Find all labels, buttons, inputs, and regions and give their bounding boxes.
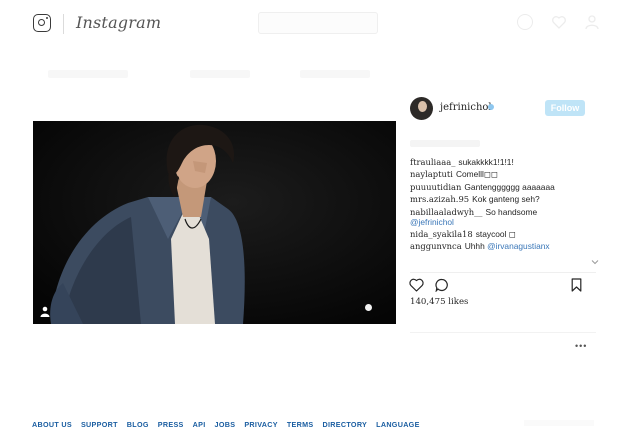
footer-link-press[interactable]: PRESS (158, 420, 184, 429)
comment-text: Gantengggggg aaaaaaa (464, 181, 555, 192)
post-author-username[interactable]: jefrinichol (440, 102, 492, 113)
comment-text: Comelll◻◻ (455, 169, 498, 180)
post-photo[interactable] (33, 121, 396, 324)
heart-icon[interactable] (409, 278, 424, 292)
footer-link-api[interactable]: API (193, 420, 206, 429)
post-photo-illustration (33, 121, 396, 324)
avatar[interactable] (410, 97, 433, 120)
comment-username[interactable]: puuuutidian (410, 182, 461, 192)
placeholder-bar (190, 70, 250, 78)
comment-text: Kok ganteng seh? (472, 194, 540, 205)
comment-mention-link[interactable]: @jefrinichol (410, 217, 454, 227)
comment-username[interactable]: nabillaaladwyh__ (410, 207, 482, 217)
user-tag-icon[interactable] (40, 306, 50, 317)
section-divider (410, 332, 596, 333)
placeholder-bar (48, 70, 128, 78)
follow-button[interactable]: Follow (545, 100, 585, 116)
caption-placeholder (410, 140, 480, 147)
heart-icon[interactable] (551, 14, 567, 30)
comment-item: puuuutidian Gantengggggg aaaaaaa (410, 182, 605, 192)
compass-icon[interactable] (517, 14, 533, 30)
comment-username[interactable]: anggunvnca (410, 241, 462, 251)
footer-link-directory[interactable]: DIRECTORY (323, 420, 368, 429)
copyright-placeholder (524, 420, 594, 426)
comment-mention-link[interactable]: @irvanagustianx (487, 241, 550, 251)
comment-text: Uhhh (464, 241, 485, 252)
comment-username[interactable]: ftrauliaaa_ (410, 157, 455, 167)
footer-link-support[interactable]: SUPPORT (81, 420, 118, 429)
footer-link-blog[interactable]: BLOG (127, 420, 149, 429)
like-count[interactable]: 140,475 likes (410, 297, 468, 307)
footer-link-terms[interactable]: TERMS (287, 420, 314, 429)
comment-item: ftrauliaaa_ sukakkkk1!1!1! (410, 157, 605, 167)
comment-username[interactable]: nida_syakila18 (410, 229, 473, 239)
verified-badge-icon (488, 104, 494, 110)
comment-item: naylaptuti Comelll◻◻ (410, 169, 605, 179)
dot-icon (365, 304, 372, 311)
comment-username[interactable]: mrs.azizah.95 (410, 194, 469, 204)
footer-link-about-us[interactable]: ABOUT US (32, 420, 72, 429)
bookmark-icon[interactable] (571, 278, 582, 292)
top-nav: Instagram (0, 0, 644, 46)
comment-username[interactable]: naylaptuti (410, 169, 453, 179)
instagram-glyph-icon[interactable] (33, 14, 51, 32)
instagram-wordmark[interactable]: Instagram (76, 13, 161, 32)
chevron-down-icon[interactable] (591, 258, 599, 266)
section-divider (410, 272, 596, 273)
search-input[interactable] (258, 12, 378, 34)
logo-divider (63, 14, 64, 34)
comment-item: nida_syakila18 staycool ◻ (410, 229, 605, 239)
comment-item: mrs.azizah.95 Kok ganteng seh? (410, 194, 605, 204)
comment-item: nabillaaladwyh__ So handsome @jefrinichol (410, 207, 605, 227)
comment-text: staycool ◻ (475, 228, 516, 239)
comment-text: So handsome (485, 206, 538, 217)
comment-list: ftrauliaaa_ sukakkkk1!1!1! naylaptuti Come… (410, 157, 605, 254)
comment-icon[interactable] (435, 278, 449, 292)
more-options-icon[interactable]: ••• (575, 341, 587, 351)
comment-item: anggunvnca Uhhh @irvanagustianx (410, 241, 605, 251)
footer-link-jobs[interactable]: JOBS (215, 420, 236, 429)
footer-link-language[interactable]: LANGUAGE (376, 420, 420, 429)
user-icon[interactable] (584, 14, 600, 30)
comment-text: sukakkkk1!1!1! (458, 157, 514, 167)
add-comment-input[interactable] (410, 337, 550, 348)
footer-links: ABOUT US SUPPORT BLOG PRESS API JOBS PRIVACY TE… (32, 420, 432, 429)
footer-link-privacy[interactable]: PRIVACY (244, 420, 278, 429)
placeholder-bar (300, 70, 370, 78)
